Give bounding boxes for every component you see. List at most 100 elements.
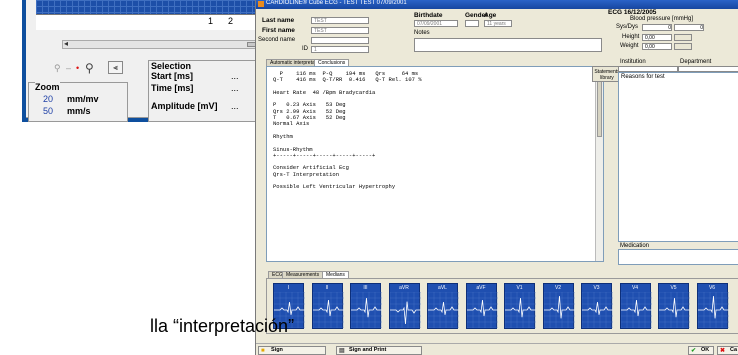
- gender-select[interactable]: [465, 20, 479, 27]
- zoom-out-icon[interactable]: ⚲: [54, 63, 61, 74]
- median-lead-avf[interactable]: aVF: [465, 283, 498, 329]
- lead-label: V3: [593, 285, 600, 291]
- selection-time-value: ...: [231, 83, 239, 93]
- median-waveform: [697, 292, 729, 328]
- median-lead-v4[interactable]: V4: [619, 283, 652, 329]
- dot-icon[interactable]: •: [76, 63, 79, 73]
- lead-label: V6: [708, 285, 716, 291]
- scroll-left-arrow-icon[interactable]: ◂: [64, 39, 68, 48]
- median-lead-avl[interactable]: aVL: [427, 283, 459, 329]
- second-name-field[interactable]: [311, 37, 369, 44]
- ok-button-label: OK: [701, 347, 710, 353]
- weight-field[interactable]: 0,00: [642, 43, 672, 50]
- zoom-in-icon[interactable]: ⚲: [85, 61, 94, 75]
- lead-label: aVF: [476, 285, 486, 291]
- sign-button-label: Sign: [271, 347, 283, 353]
- birthdate-label: Birthdate: [414, 12, 443, 19]
- sign-icon: ■: [261, 348, 265, 354]
- ecg-date-title: ECG 16/12/2005: [608, 9, 657, 16]
- first-name-field[interactable]: TEST: [311, 27, 369, 34]
- ok-button[interactable]: ✔ OK: [688, 346, 714, 355]
- minus-icon[interactable]: –: [66, 63, 71, 73]
- diastolic-field[interactable]: 0: [674, 24, 704, 31]
- close-icon: ✖: [720, 348, 726, 354]
- last-name-field[interactable]: TEST: [311, 17, 369, 24]
- lead-label: V1: [516, 285, 523, 291]
- tab-measurements[interactable]: Measurements: [282, 271, 324, 278]
- median-lead-v2[interactable]: V2: [542, 283, 575, 329]
- tick-label: 1: [208, 16, 214, 26]
- ecg-info-group: ECG 16/12/2005 Blood pressure [mmHg] Sys…: [608, 9, 738, 57]
- sign-and-print-button[interactable]: ▤ Sign and Print: [336, 346, 422, 355]
- tick-label: 2: [228, 16, 234, 26]
- zoom-title: Zoom: [35, 82, 60, 92]
- interpretation-line: Q-T 416 ms Q-T/RR 0.416 Q-T Rel. 107 %: [273, 76, 422, 84]
- birthdate-field[interactable]: 07/09/2001: [414, 20, 458, 27]
- printer-icon: ▤: [339, 348, 345, 354]
- median-lead-v1[interactable]: V1: [504, 283, 536, 329]
- notes-field[interactable]: [414, 38, 602, 52]
- last-name-label: Last name: [262, 17, 295, 24]
- sys-dys-label: Sys/Dys: [616, 24, 639, 30]
- dialog-titlebar[interactable]: CARDIOLINE® Cube ECG - TEST TEST 07/09/2…: [256, 0, 738, 9]
- zoom-group: Zoom 20 mm/mv 50 mm/s: [28, 82, 128, 122]
- median-lead-ii[interactable]: II: [311, 283, 344, 329]
- median-lead-avr[interactable]: aVR: [388, 283, 421, 329]
- zoom-speed-unit: mm/s: [67, 106, 91, 116]
- fit-icon[interactable]: ⫷: [108, 61, 123, 74]
- zoom-amplitude-value[interactable]: 20: [43, 94, 53, 104]
- sign-button[interactable]: ■ Sign: [258, 346, 326, 355]
- median-waveform: [351, 292, 382, 328]
- weight-unit-dropdown[interactable]: [674, 43, 692, 50]
- id-label: ID: [302, 46, 308, 52]
- age-field: 11 years: [484, 20, 512, 27]
- age-label: Age: [484, 12, 497, 19]
- height-field[interactable]: 0,00: [642, 34, 672, 41]
- blood-pressure-label: Blood pressure [mmHg]: [630, 16, 694, 22]
- median-waveform: [505, 292, 536, 328]
- median-lead-iii[interactable]: III: [350, 283, 382, 329]
- ecg-tick-ruler: 1 2: [36, 14, 264, 30]
- lead-label: II: [325, 285, 329, 291]
- systolic-field[interactable]: 0: [642, 24, 672, 31]
- slide-caption: lla “interpretación”: [150, 316, 295, 336]
- height-label: Height: [622, 34, 640, 40]
- median-lead-v3[interactable]: V3: [581, 283, 613, 329]
- notes-label: Notes: [414, 30, 430, 36]
- medication-area[interactable]: [618, 249, 738, 265]
- tab-conclusions[interactable]: Conclusions: [314, 59, 350, 66]
- median-waveform: [543, 292, 575, 328]
- median-lead-v6[interactable]: V6: [696, 283, 729, 329]
- height-unit-dropdown[interactable]: [674, 34, 692, 41]
- scrollbar-thumb[interactable]: [597, 77, 602, 137]
- median-waveform: [389, 292, 421, 328]
- median-waveform: [466, 292, 498, 328]
- dialog-bottom-bar: ■ Sign ▤ Sign and Print ✔ OK ✖ Ca: [256, 343, 738, 355]
- interpretation-scrollbar[interactable]: [595, 67, 603, 261]
- app-icon: [258, 1, 264, 7]
- selection-amplitude-label: Amplitude [mV]: [151, 101, 218, 111]
- tab-medians[interactable]: Medians: [322, 271, 349, 278]
- lead-label: V5: [670, 285, 677, 291]
- interpretation-line: Possible Left Ventricular Hypertrophy: [273, 183, 396, 191]
- median-waveform: [428, 292, 459, 328]
- median-waveform: [659, 292, 690, 328]
- first-name-label: First name: [262, 27, 295, 34]
- interpretation-text-area[interactable]: P 116 ms P-Q 194 ms Qrs 64 ms Q-T 416 ms …: [266, 66, 604, 262]
- median-lead-v5[interactable]: V5: [658, 283, 690, 329]
- selection-group: Selection Start [ms] ... Time [ms] ... A…: [148, 60, 268, 122]
- lead-label: I: [287, 285, 290, 291]
- reasons-for-test-area[interactable]: Reasons for test: [618, 72, 738, 242]
- reasons-label: Reasons for test: [621, 74, 665, 80]
- institution-label: Institution: [620, 59, 646, 65]
- sign-and-print-label: Sign and Print: [349, 347, 387, 353]
- id-field[interactable]: 1: [311, 46, 369, 53]
- ecg-report-dialog: CARDIOLINE® Cube ECG - TEST TEST 07/09/2…: [255, 0, 738, 355]
- weight-label: Weight: [620, 43, 639, 49]
- lead-label: III: [363, 285, 368, 291]
- cancel-button[interactable]: ✖ Ca: [717, 346, 738, 355]
- horizontal-scrollbar[interactable]: ◂: [62, 39, 260, 49]
- selection-time-label: Time [ms]: [151, 83, 194, 93]
- zoom-speed-value[interactable]: 50: [43, 106, 53, 116]
- department-label: Department: [680, 59, 712, 65]
